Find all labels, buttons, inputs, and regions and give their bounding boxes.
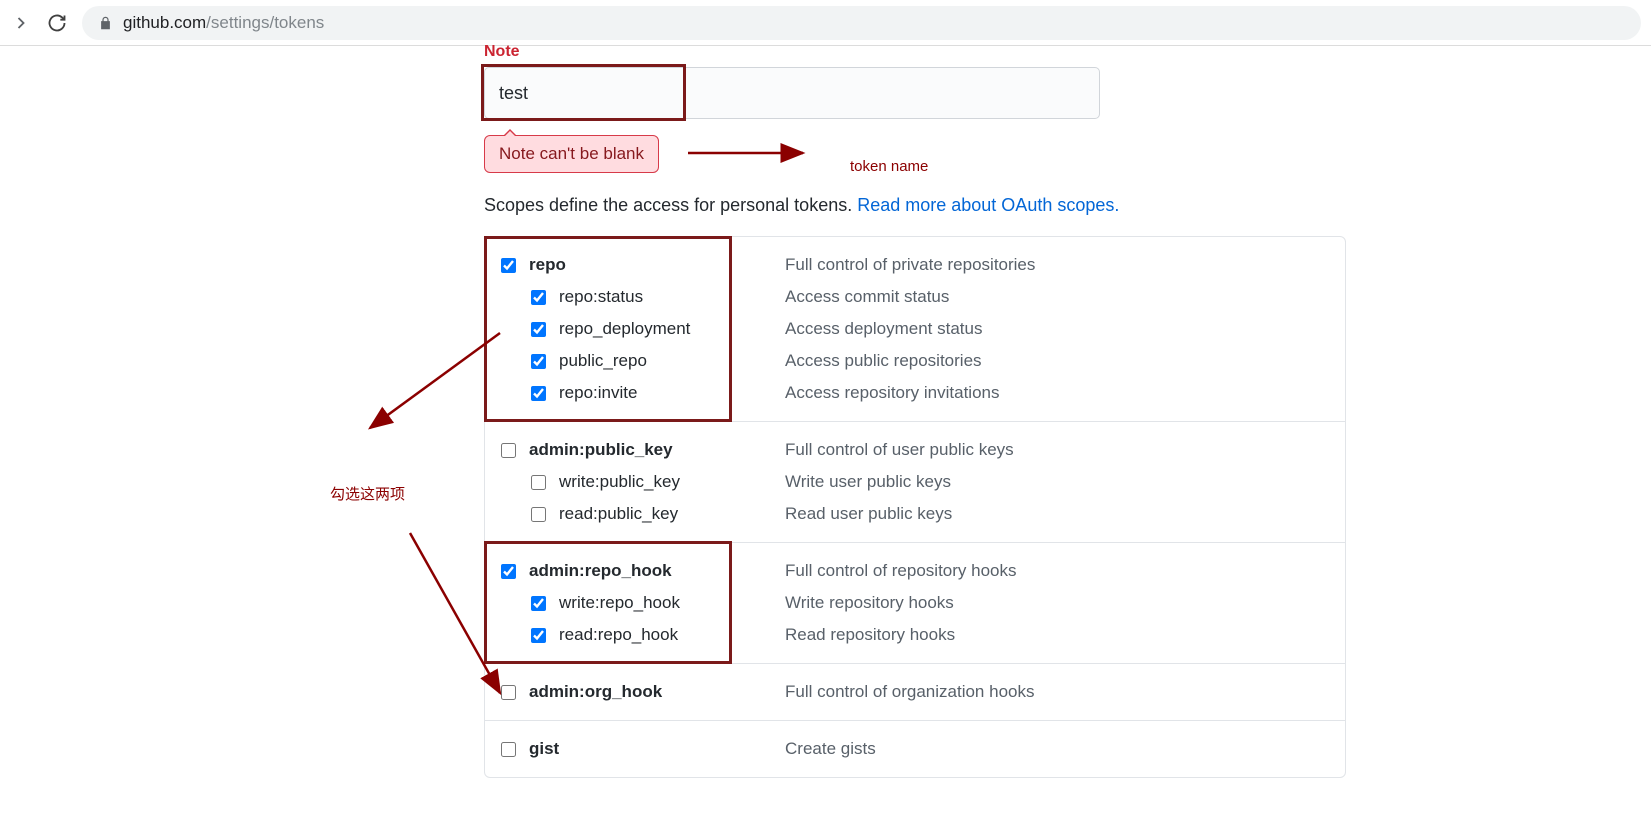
scope-name-label: read:public_key — [559, 504, 678, 523]
scope-description: Create gists — [785, 739, 876, 759]
annotation-label-check-these: 勾选这两项 — [330, 483, 405, 504]
scope-checkbox[interactable] — [531, 596, 546, 611]
scope-name-label: repo_deployment — [559, 319, 690, 338]
scope-row: read:repo_hook Read repository hooks — [501, 619, 1329, 651]
note-input[interactable] — [484, 67, 1100, 119]
scope-group-admin_org_hook: admin:org_hook Full control of organizati… — [485, 663, 1345, 720]
scope-row: public_repo Access public repositories — [501, 345, 1329, 377]
scope-description: Read repository hooks — [785, 625, 955, 645]
scope-name-label: public_repo — [559, 351, 647, 370]
scope-description: Full control of private repositories — [785, 255, 1035, 275]
scope-name-label: write:repo_hook — [559, 593, 680, 612]
scope-description: Read user public keys — [785, 504, 952, 524]
scope-checkbox[interactable] — [501, 258, 516, 273]
scope-group-gist: gist Create gists — [485, 720, 1345, 777]
lock-icon — [98, 15, 113, 31]
scope-description: Access commit status — [785, 287, 949, 307]
note-field-label: Note — [484, 43, 1344, 61]
scope-checkbox[interactable] — [501, 443, 516, 458]
scope-name-label: admin:org_hook — [529, 682, 662, 701]
scope-group-admin_public_key: admin:public_key Full control of user pub… — [485, 421, 1345, 542]
scope-description: Write repository hooks — [785, 593, 954, 613]
scope-name-label: repo:invite — [559, 383, 637, 402]
scope-row: write:public_key Write user public keys — [501, 466, 1329, 498]
address-bar[interactable]: github.com/settings/tokens — [82, 6, 1641, 40]
oauth-scopes-link[interactable]: Read more about OAuth scopes. — [857, 195, 1119, 215]
scope-checkbox[interactable] — [531, 628, 546, 643]
scope-description: Access deployment status — [785, 319, 982, 339]
scope-checkbox[interactable] — [531, 290, 546, 305]
scope-description: Full control of repository hooks — [785, 561, 1017, 581]
scope-name-label: read:repo_hook — [559, 625, 678, 644]
scope-checkbox[interactable] — [501, 742, 516, 757]
scope-row: read:public_key Read user public keys — [501, 498, 1329, 530]
scope-name-label: write:public_key — [559, 472, 680, 491]
scope-description: Full control of user public keys — [785, 440, 1014, 460]
scope-checkbox[interactable] — [501, 685, 516, 700]
scope-checkbox[interactable] — [531, 354, 546, 369]
url-path: /settings/tokens — [206, 13, 324, 32]
url-text: github.com/settings/tokens — [123, 13, 324, 33]
scope-row: admin:org_hook Full control of organizati… — [501, 676, 1329, 708]
forward-button[interactable] — [10, 12, 32, 34]
scope-row: repo Full control of private repositories — [501, 249, 1329, 281]
page-body: Note Note can't be blank Scopes define t… — [0, 43, 1651, 778]
scope-name-label: admin:repo_hook — [529, 561, 672, 580]
scopes-description: Scopes define the access for personal to… — [484, 195, 1344, 216]
scope-table: repo Full control of private repositories… — [484, 236, 1346, 778]
scope-row: repo_deployment Access deployment status — [501, 313, 1329, 345]
scope-checkbox[interactable] — [531, 322, 546, 337]
scope-description: Full control of organization hooks — [785, 682, 1034, 702]
scope-checkbox[interactable] — [501, 564, 516, 579]
scope-name-label: gist — [529, 739, 559, 758]
scope-name-label: admin:public_key — [529, 440, 673, 459]
scope-name-label: repo:status — [559, 287, 643, 306]
scope-checkbox[interactable] — [531, 475, 546, 490]
scope-checkbox[interactable] — [531, 386, 546, 401]
url-host: github.com — [123, 13, 206, 32]
scope-group-admin_repo_hook: admin:repo_hook Full control of repositor… — [485, 542, 1345, 663]
note-error-message: Note can't be blank — [484, 135, 659, 173]
scope-row: admin:public_key Full control of user pub… — [501, 434, 1329, 466]
scope-description: Access public repositories — [785, 351, 982, 371]
scope-row: gist Create gists — [501, 733, 1329, 765]
scope-row: repo:invite Access repository invitations — [501, 377, 1329, 409]
scope-description: Write user public keys — [785, 472, 951, 492]
scope-group-repo: repo Full control of private repositories… — [485, 237, 1345, 421]
scope-row: write:repo_hook Write repository hooks — [501, 587, 1329, 619]
browser-chrome: github.com/settings/tokens — [0, 0, 1651, 46]
scope-description: Access repository invitations — [785, 383, 999, 403]
scope-row: repo:status Access commit status — [501, 281, 1329, 313]
scope-checkbox[interactable] — [531, 507, 546, 522]
scope-row: admin:repo_hook Full control of repositor… — [501, 555, 1329, 587]
scopes-description-text: Scopes define the access for personal to… — [484, 195, 857, 215]
reload-button[interactable] — [46, 12, 68, 34]
scope-name-label: repo — [529, 255, 566, 274]
